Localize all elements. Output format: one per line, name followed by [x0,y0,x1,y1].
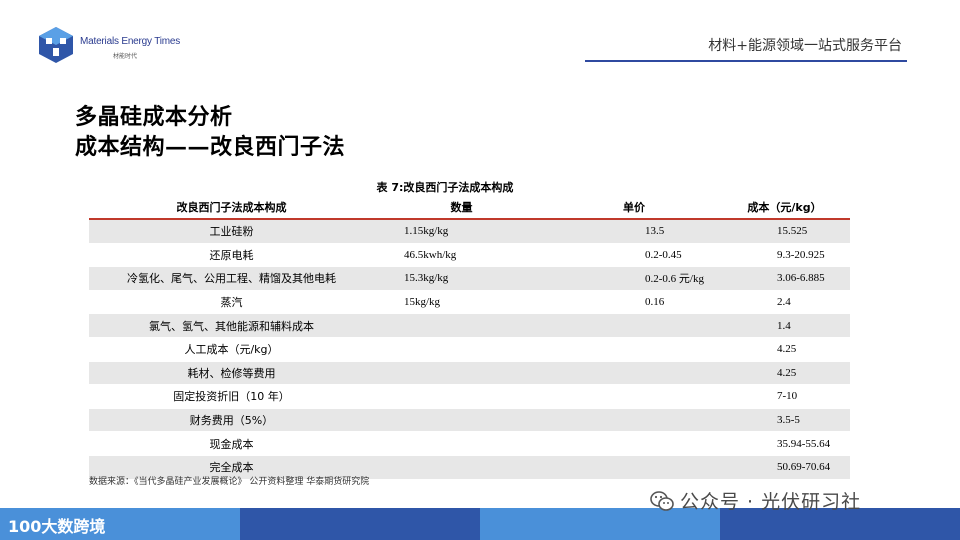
table-cell: 耗材、检修等费用 [89,361,374,386]
table-cell [549,384,719,409]
table-cell: 固定投资折旧（10 年） [89,384,374,409]
table-cell: 4.25 [719,361,850,386]
table-cell: 3.06-6.885 [719,266,850,291]
table-cell: 50.69-70.64 [719,455,850,480]
table-row: 财务费用（5%） 3.5-5 [89,408,850,433]
page-title: 多晶硅成本分析 [75,104,233,130]
table-cell [549,313,719,338]
table-row: 人工成本（元/kg） 4.25 [89,337,850,362]
header-cell: 数量 [374,196,549,220]
header-tagline: 材料+能源领域一站式服务平台 [708,38,902,54]
table-cell: 蒸汽 [89,290,374,315]
table-cell: 15.3kg/kg [374,266,549,291]
header-cell: 单价 [549,196,719,220]
table-cell: 0.2-0.45 [549,243,719,268]
table-cell [374,313,549,338]
table-caption: 表 7:改良西门子法成本构成 [0,179,960,195]
table-cell: 现金成本 [89,431,374,456]
header-cell: 成本（元/kg） [719,196,850,220]
table-row: 现金成本 35.94-55.64 [89,431,850,456]
table-cell: 3.5-5 [719,408,850,433]
header-cell: 改良西门子法成本构成 [89,196,374,220]
table-row: 蒸汽 15kg/kg 0.16 2.4 [89,290,850,315]
table-cell [374,361,549,386]
cost-table: 改良西门子法成本构成 数量 单价 成本（元/kg） 工业硅粉 1.15kg/kg… [89,196,850,480]
table-row: 固定投资折旧（10 年） 7-10 [89,384,850,409]
wechat-icon [650,491,674,511]
table-cell: 46.5kwh/kg [374,243,549,268]
table-cell: 9.3-20.925 [719,243,850,268]
table-row: 工业硅粉 1.15kg/kg 13.5 15.525 [89,219,850,244]
table-header-row: 改良西门子法成本构成 数量 单价 成本（元/kg） [89,196,850,220]
table-cell: 0.16 [549,290,719,315]
table-cell: 15kg/kg [374,290,549,315]
table-cell: 财务费用（5%） [89,408,374,433]
table-row: 耗材、检修等费用 4.25 [89,361,850,386]
table-cell: 氯气、氢气、其他能源和辅料成本 [89,313,374,338]
table-row: 还原电耗 46.5kwh/kg 0.2-0.45 9.3-20.925 [89,243,850,268]
table-cell: 1.4 [719,313,850,338]
table-cell [374,431,549,456]
table-cell [549,361,719,386]
table-cell: 冷氢化、尾气、公用工程、精馏及其他电耗 [89,266,374,291]
table-cell [374,455,549,480]
table-cell [549,337,719,362]
data-source-note: 数据来源：《当代多晶硅产业发展概论》 公开资料整理 华泰期货研究院 [89,477,370,487]
table-cell: 13.5 [549,219,719,244]
table-row: 氯气、氢气、其他能源和辅料成本 1.4 [89,313,850,338]
table-cell [374,384,549,409]
page-subtitle: 成本结构——改良西门子法 [75,134,346,160]
table-cell [549,455,719,480]
table-cell: 0.2-0.6 元/kg [549,266,719,291]
footer-brand: 100大数跨境 [8,517,106,536]
brand-name: Materials Energy Times [80,36,181,47]
table-cell: 35.94-55.64 [719,431,850,456]
table-cell [549,408,719,433]
table-caption-text: 表 7:改良西门子法成本构成 [376,181,514,194]
table-cell: 2.4 [719,290,850,315]
table-row: 冷氢化、尾气、公用工程、精馏及其他电耗 15.3kg/kg 0.2-0.6 元/… [89,266,850,291]
table-cell [549,431,719,456]
table-cell: 1.15kg/kg [374,219,549,244]
table-cell: 还原电耗 [89,243,374,268]
watermark-label: 公众号 · 光伏研习社 [680,491,862,513]
brand-subtitle: 材能时代 [113,53,138,60]
table-cell [374,408,549,433]
logo-cube-icon [39,27,73,63]
table-cell: 人工成本（元/kg） [89,337,374,362]
header-divider [585,60,907,62]
table-cell: 7-10 [719,384,850,409]
footer-segment [240,508,480,540]
watermark-text: 公众号 · 光伏研习社 [680,487,861,514]
table-cell [374,337,549,362]
table-cell: 工业硅粉 [89,219,374,244]
table-cell: 15.525 [719,219,850,244]
table-cell: 4.25 [719,337,850,362]
